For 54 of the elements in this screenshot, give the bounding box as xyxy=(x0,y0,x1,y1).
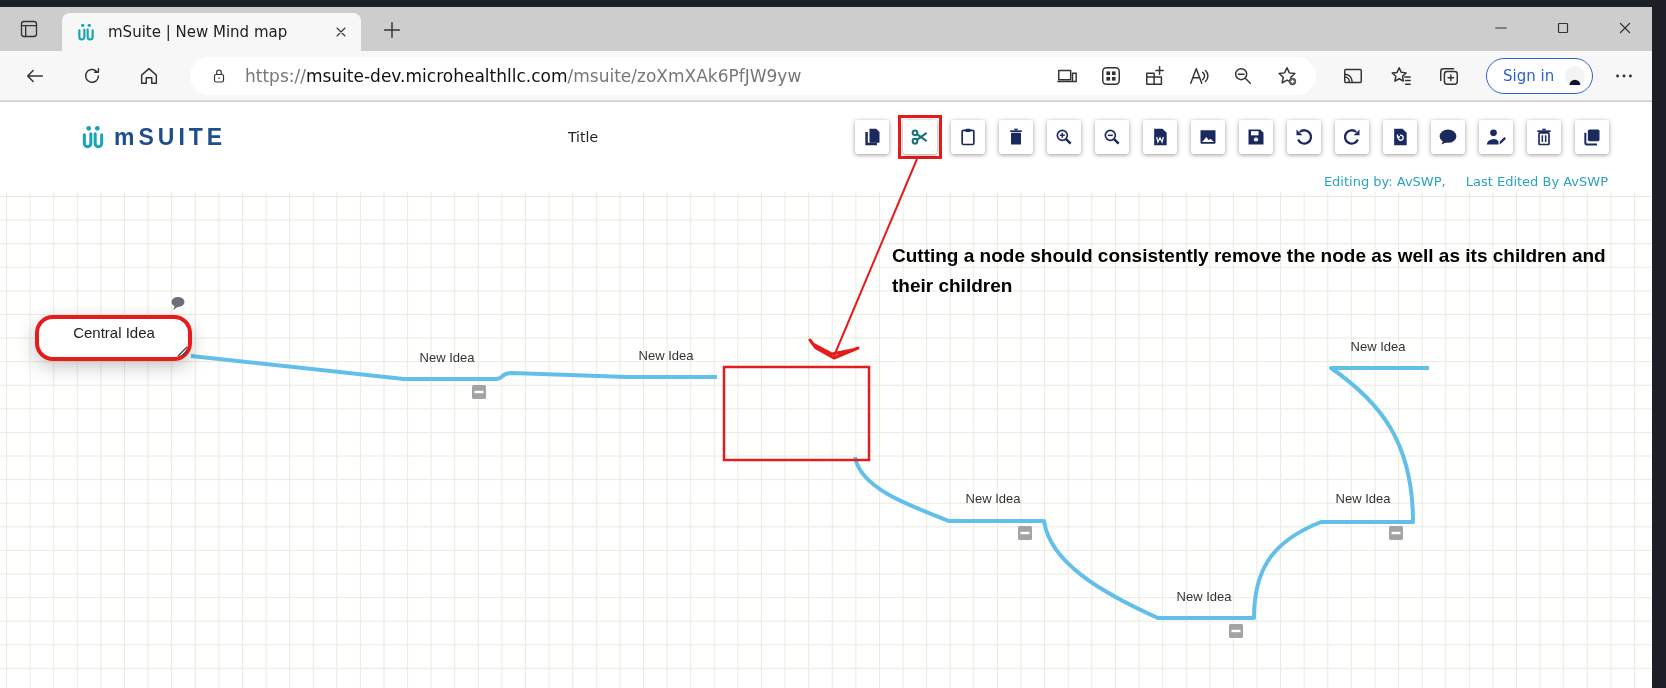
logo-text: mSUITE xyxy=(114,123,227,151)
image-button[interactable] xyxy=(1191,120,1225,154)
sign-in-button[interactable]: Sign in xyxy=(1486,57,1593,94)
node-label[interactable]: New Idea xyxy=(1176,589,1232,604)
browser-tab[interactable]: mSuite | New Mind map xyxy=(62,13,361,51)
annotation-text: Cutting a node should consistently remove the node as well as its children and their children xyxy=(892,244,1607,298)
address-bar[interactable]: https://msuite-dev.microhealthllc.com/msuite/zoXmXAk6PfJW9yw xyxy=(190,56,1316,95)
copy-icon xyxy=(862,127,882,147)
user-pencil-icon xyxy=(1486,127,1506,147)
editing-by-text: Editing by: AvSWP, xyxy=(1323,174,1446,189)
redo-button[interactable] xyxy=(1335,120,1369,154)
resize-handle-icon[interactable] xyxy=(177,346,188,357)
avatar-icon xyxy=(1564,63,1586,88)
document-title: Title xyxy=(568,129,598,145)
figures-icon xyxy=(76,22,96,42)
comment-icon[interactable] xyxy=(171,297,185,310)
node-label[interactable]: New Idea xyxy=(419,350,475,365)
copy-button[interactable] xyxy=(855,120,889,154)
node-label[interactable]: New Idea xyxy=(638,348,694,363)
add-app-icon[interactable] xyxy=(1144,64,1166,87)
redo-icon xyxy=(1342,127,1362,147)
user-pencil-button[interactable] xyxy=(1479,120,1513,154)
trash-button[interactable] xyxy=(1527,120,1561,154)
tab-actions-icon[interactable] xyxy=(19,19,39,39)
restore-document-button[interactable] xyxy=(1383,120,1417,154)
node-label[interactable]: New Idea xyxy=(1335,491,1391,506)
zoom-out-icon xyxy=(1102,127,1122,147)
node-label: Central Idea xyxy=(73,324,155,341)
undo-icon xyxy=(1294,127,1314,147)
image-icon xyxy=(1198,127,1218,147)
undo-button[interactable] xyxy=(1287,120,1321,154)
last-edited-text: Last Edited By AvSWP xyxy=(1465,174,1608,189)
add-favorite-icon[interactable] xyxy=(1276,64,1298,87)
central-node[interactable] xyxy=(35,315,192,361)
zoom-in-icon xyxy=(1054,127,1074,147)
zoom-in-button[interactable] xyxy=(1047,120,1081,154)
clipboard-button[interactable] xyxy=(951,120,985,154)
clipboard-icon xyxy=(958,127,978,147)
stacked-squares-button[interactable] xyxy=(1575,120,1609,154)
speech-bubble-button[interactable] xyxy=(1431,120,1465,154)
bin-button[interactable] xyxy=(999,120,1033,154)
new-tab-icon[interactable] xyxy=(381,19,403,41)
node-label[interactable]: New Idea xyxy=(1350,339,1406,354)
node-label[interactable]: New Idea xyxy=(965,491,1021,506)
scissors-icon xyxy=(910,127,930,147)
stacked-squares-icon xyxy=(1582,127,1602,147)
zoom-out-button[interactable] xyxy=(1095,120,1129,154)
grid-icon[interactable] xyxy=(1100,64,1122,87)
favorites-icon[interactable] xyxy=(1390,64,1412,87)
speech-bubble-icon xyxy=(1438,127,1458,147)
document-button[interactable] xyxy=(1143,120,1177,154)
floppy-disk-button[interactable] xyxy=(1239,120,1273,154)
trash-icon xyxy=(1534,127,1554,147)
figures-icon xyxy=(80,123,106,151)
